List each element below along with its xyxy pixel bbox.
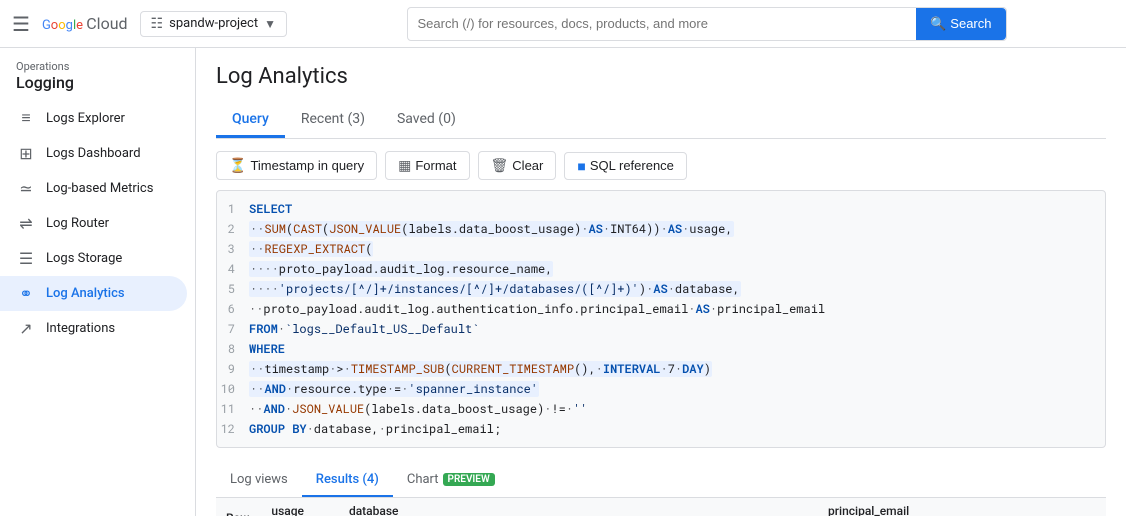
- sidebar-item-label: Logs Storage: [46, 251, 122, 266]
- sql-line-2: 2 ··SUM(CAST(JSON_VALUE(labels.data_boos…: [217, 219, 1105, 239]
- list-icon: ≡: [16, 108, 36, 128]
- timestamp-label: Timestamp in query: [250, 158, 364, 173]
- storage-icon: ☰: [16, 249, 36, 268]
- sidebar-item-logs-explorer[interactable]: ≡ Logs Explorer: [0, 100, 187, 136]
- sql-line-7: 7 FROM·`logs__Default_US__Default`: [217, 319, 1105, 339]
- sql-line-10: 10 ··AND·resource.type·=·'spanner_instan…: [217, 379, 1105, 399]
- integrations-icon: ↗: [16, 319, 36, 338]
- sidebar-item-log-analytics[interactable]: ⚭ Log Analytics: [0, 276, 187, 311]
- col-header-principal-email: principal_email STRING: [818, 498, 1106, 516]
- search-bar[interactable]: 🔍 Search: [407, 7, 1007, 41]
- sidebar-item-log-based-metrics[interactable]: ≃ Log-based Metrics: [0, 171, 187, 206]
- sidebar-header: Operations Logging: [0, 48, 195, 100]
- tab-saved[interactable]: Saved (0): [381, 103, 472, 138]
- sql-line-5: 5 ····'projects/[^/]+/instances/[^/]+/da…: [217, 279, 1105, 299]
- sidebar-title: Logging: [16, 73, 179, 92]
- sql-icon: ■: [577, 158, 585, 174]
- chart-label: Chart: [407, 472, 439, 487]
- format-icon: ▦: [398, 157, 411, 174]
- timestamp-button[interactable]: ⏳ Timestamp in query: [216, 151, 377, 180]
- query-tabs: Query Recent (3) Saved (0): [216, 103, 1106, 139]
- sidebar-item-logs-dashboard[interactable]: ⊞ Logs Dashboard: [0, 136, 187, 171]
- col-header-database: database STRING: [339, 498, 818, 516]
- main-layout: Operations Logging ≡ Logs Explorer ⊞ Log…: [0, 48, 1126, 516]
- sidebar-item-label: Logs Dashboard: [46, 146, 141, 161]
- format-button[interactable]: ▦ Format: [385, 151, 469, 180]
- sidebar-item-integrations[interactable]: ↗ Integrations: [0, 311, 187, 346]
- sql-line-4: 4 ····proto_payload.audit_log.resource_n…: [217, 259, 1105, 279]
- analytics-icon: ⚭: [16, 284, 36, 303]
- logo: Google Cloud: [42, 14, 128, 33]
- dashboard-icon: ⊞: [16, 144, 36, 163]
- sidebar-item-label: Log Router: [46, 216, 109, 231]
- topbar: ☰ Google Cloud ☷ spandw-project ▼ 🔍 Sear…: [0, 0, 1126, 48]
- tab-chart[interactable]: Chart PREVIEW: [393, 464, 509, 497]
- sql-reference-button[interactable]: ■ SQL reference: [564, 152, 687, 180]
- sql-line-8: 8 WHERE: [217, 339, 1105, 359]
- sql-line-1: 1 SELECT: [217, 199, 1105, 219]
- project-name: spandw-project: [169, 16, 258, 31]
- sql-line-12: 12 GROUP BY·database,·principal_email;: [217, 419, 1105, 439]
- page-title: Log Analytics: [216, 64, 1106, 89]
- clear-label: Clear: [512, 158, 543, 173]
- sidebar: Operations Logging ≡ Logs Explorer ⊞ Log…: [0, 48, 196, 516]
- sql-line-3: 3 ··REGEXP_EXTRACT(: [217, 239, 1105, 259]
- sidebar-item-label: Integrations: [46, 321, 115, 336]
- query-toolbar: ⏳ Timestamp in query ▦ Format 🗑 Clear ■ …: [216, 151, 1106, 180]
- google-cloud-logo: Google Cloud: [42, 14, 128, 33]
- sidebar-item-logs-storage[interactable]: ☰ Logs Storage: [0, 241, 187, 276]
- metrics-icon: ≃: [16, 179, 36, 198]
- sql-line-11: 11 ··AND·JSON_VALUE(labels.data_boost_us…: [217, 399, 1105, 419]
- project-icon: ☷: [151, 16, 164, 32]
- search-input[interactable]: [408, 11, 917, 36]
- sidebar-item-label: Log-based Metrics: [46, 181, 153, 196]
- results-table: Row usage INTEGER database STRING princi…: [216, 498, 1106, 516]
- router-icon: ⇌: [16, 214, 36, 233]
- col-header-usage: usage INTEGER: [261, 498, 339, 516]
- search-icon: 🔍: [930, 16, 946, 32]
- sql-line-6: 6 ··proto_payload.audit_log.authenticati…: [217, 299, 1105, 319]
- menu-icon[interactable]: ☰: [12, 12, 30, 36]
- format-label: Format: [415, 158, 456, 173]
- clear-button[interactable]: 🗑 Clear: [478, 151, 557, 180]
- tab-query[interactable]: Query: [216, 103, 285, 138]
- results-tabs: Log views Results (4) Chart PREVIEW: [216, 464, 1106, 498]
- project-selector[interactable]: ☷ spandw-project ▼: [140, 11, 287, 37]
- sidebar-item-label: Log Analytics: [46, 286, 125, 301]
- sidebar-item-label: Logs Explorer: [46, 111, 125, 126]
- sql-editor[interactable]: 1 SELECT 2 ··SUM(CAST(JSON_VALUE(labels.…: [216, 190, 1106, 448]
- clear-icon: 🗑: [491, 157, 509, 174]
- preview-badge: PREVIEW: [443, 473, 495, 486]
- table-header-row: Row usage INTEGER database STRING princi…: [216, 498, 1106, 516]
- google-text: Google: [42, 18, 86, 33]
- tab-results[interactable]: Results (4): [302, 464, 393, 497]
- col-header-row: Row: [216, 498, 261, 516]
- tab-recent[interactable]: Recent (3): [285, 103, 381, 138]
- sidebar-ops-label: Operations: [16, 60, 179, 73]
- content-area: Log Analytics Query Recent (3) Saved (0)…: [196, 48, 1126, 516]
- clock-icon: ⏳: [229, 157, 246, 174]
- tab-log-views[interactable]: Log views: [216, 464, 302, 497]
- sidebar-item-log-router[interactable]: ⇌ Log Router: [0, 206, 187, 241]
- chevron-down-icon: ▼: [264, 17, 276, 31]
- sql-ref-label: SQL reference: [590, 158, 674, 173]
- search-button[interactable]: 🔍 Search: [916, 8, 1005, 40]
- search-label: Search: [950, 16, 991, 31]
- sql-line-9: 9 ··timestamp·>·TIMESTAMP_SUB(CURRENT_TI…: [217, 359, 1105, 379]
